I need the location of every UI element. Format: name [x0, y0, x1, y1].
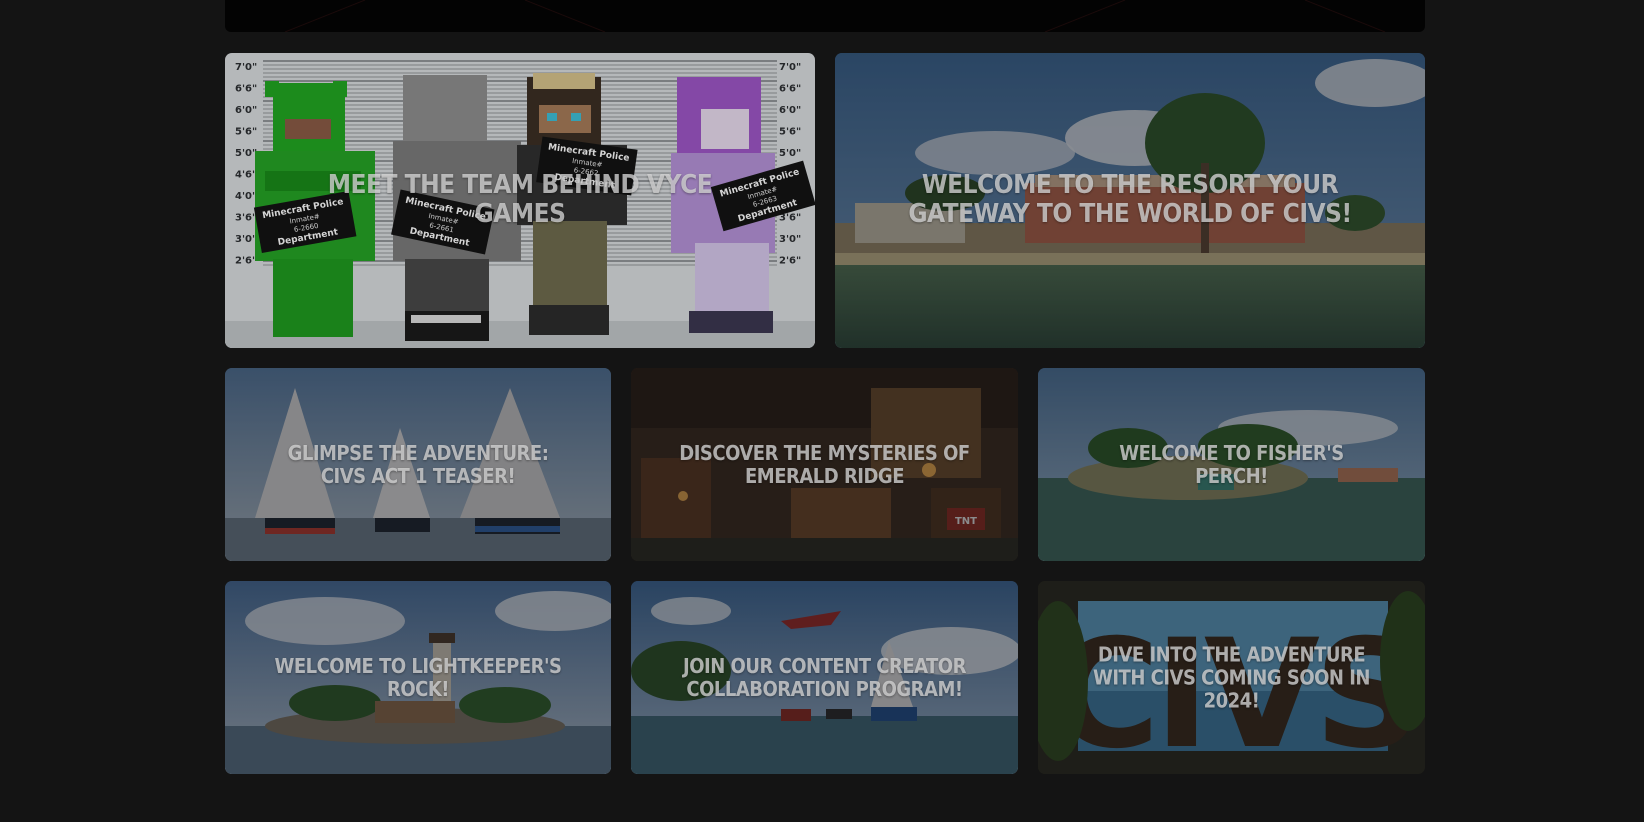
card-resort[interactable]: Welcome to The Resort Your Gateway to th…: [835, 53, 1425, 348]
card-title: Discover the Mysteries of Emerald Ridge: [679, 440, 970, 488]
card-fishers-perch[interactable]: Welcome to Fisher's Perch!: [1038, 368, 1425, 561]
card-title: Meet the Team Behind Vyce Games: [327, 169, 713, 230]
card-title: Join Our Content Creator Collaboration P…: [683, 653, 966, 701]
card-title: Welcome to Fisher's Perch!: [1119, 440, 1344, 488]
card-lightkeepers-rock[interactable]: Welcome to Lightkeeper's Rock!: [225, 581, 611, 774]
card-title: Welcome to The Resort Your Gateway to th…: [908, 169, 1352, 230]
card-content-creator-program[interactable]: Join Our Content Creator Collaboration P…: [631, 581, 1018, 774]
card-civs-coming-soon[interactable]: CIVS Dive into the Adventure with Civs C…: [1038, 581, 1425, 774]
card-emerald-ridge[interactable]: TNT Discover the Mysteries of Emerald Ri…: [631, 368, 1018, 561]
card-title: Glimpse the Adventure: Civs Act 1 Teaser…: [287, 440, 549, 488]
card-title: Welcome to Lightkeeper's Rock!: [274, 653, 562, 701]
card-act1-teaser[interactable]: Glimpse the Adventure: Civs Act 1 Teaser…: [225, 368, 611, 561]
page: 7'0" 6'6" 6'0" 5'6" 5'0" 4'6" 4'0" 3'6" 3'0" 2'6"…: [0, 0, 1644, 822]
card-meet-the-team[interactable]: 7'0" 6'6" 6'0" 5'6" 5'0" 4'6" 4'0" 3'6" 3'0" 2'6"…: [225, 53, 815, 348]
top-banner-strip: [225, 0, 1425, 32]
card-title: Dive into the Adventure with Civs Coming…: [1093, 642, 1370, 712]
